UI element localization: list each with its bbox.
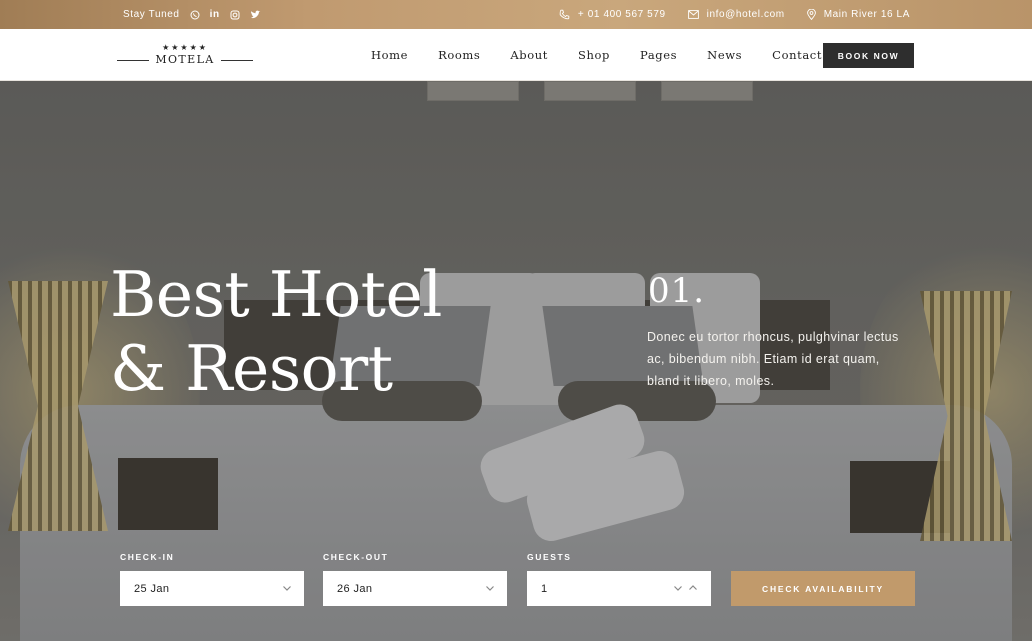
slide-number: 01.: [648, 271, 706, 311]
hero-title: Best Hotel & Resort: [110, 258, 470, 406]
chevron-up-icon[interactable]: [688, 583, 698, 596]
guests-label: GUESTS: [527, 552, 572, 562]
logo[interactable]: ★★★★★ MOTELA: [117, 43, 253, 69]
guests-stepper[interactable]: 1: [527, 571, 711, 606]
email-info[interactable]: info@hotel.com: [687, 9, 785, 20]
checkin-label: CHECK-IN: [120, 552, 175, 562]
main-nav: Home Rooms About Shop Pages News Contact: [371, 29, 822, 81]
linkedin-icon[interactable]: in: [210, 9, 220, 20]
hero-title-line1: Best Hotel: [110, 258, 442, 331]
checkin-value: 25 Jan: [134, 582, 170, 595]
envelope-icon: [687, 10, 699, 19]
checkout-value: 26 Jan: [337, 582, 373, 595]
phone-icon: [559, 9, 570, 20]
nav-home[interactable]: Home: [371, 48, 408, 62]
nav-shop[interactable]: Shop: [578, 48, 610, 62]
logo-divider-right: [221, 60, 253, 61]
nav-contact[interactable]: Contact: [772, 48, 822, 62]
contact-info: + 01 400 567 579 info@hotel.com Main Riv…: [559, 0, 910, 29]
phone-number: + 01 400 567 579: [577, 9, 666, 20]
nav-pages[interactable]: Pages: [640, 48, 677, 62]
phone-info[interactable]: + 01 400 567 579: [559, 9, 666, 20]
hero-section: Best Hotel & Resort 01. Donec eu tortor …: [0, 81, 1032, 641]
chevron-down-icon: [485, 583, 495, 596]
checkout-label: CHECK-OUT: [323, 552, 389, 562]
email-address: info@hotel.com: [706, 9, 785, 20]
chevron-down-icon: [282, 583, 292, 596]
address-info[interactable]: Main River 16 LA: [806, 9, 910, 20]
instagram-icon[interactable]: [230, 10, 240, 20]
book-now-button[interactable]: BOOK NOW: [823, 43, 914, 68]
stay-tuned-label: Stay Tuned: [123, 9, 180, 20]
whatsapp-icon[interactable]: [190, 10, 200, 20]
address-text: Main River 16 LA: [823, 9, 910, 20]
top-bar: Stay Tuned in + 01 400 567 579 info@hote…: [0, 0, 1032, 29]
check-availability-button[interactable]: CHECK AVAILABILITY: [731, 571, 915, 606]
nav-about[interactable]: About: [510, 48, 548, 62]
site-header: ★★★★★ MOTELA Home Rooms About Shop Pages…: [0, 29, 1032, 81]
logo-stars: ★★★★★: [162, 43, 208, 52]
hero-title-line2: & Resort: [110, 332, 393, 405]
nav-rooms[interactable]: Rooms: [438, 48, 480, 62]
chevron-down-icon[interactable]: [673, 583, 683, 596]
map-pin-icon: [806, 9, 816, 20]
hero-description: Donec eu tortor rhoncus, pulghvinar lect…: [647, 330, 899, 388]
checkout-select[interactable]: 26 Jan: [323, 571, 507, 606]
twitter-icon[interactable]: [250, 10, 261, 20]
checkin-select[interactable]: 25 Jan: [120, 571, 304, 606]
nav-news[interactable]: News: [707, 48, 742, 62]
guests-value: 1: [541, 582, 548, 595]
social-links: Stay Tuned in: [123, 0, 261, 29]
